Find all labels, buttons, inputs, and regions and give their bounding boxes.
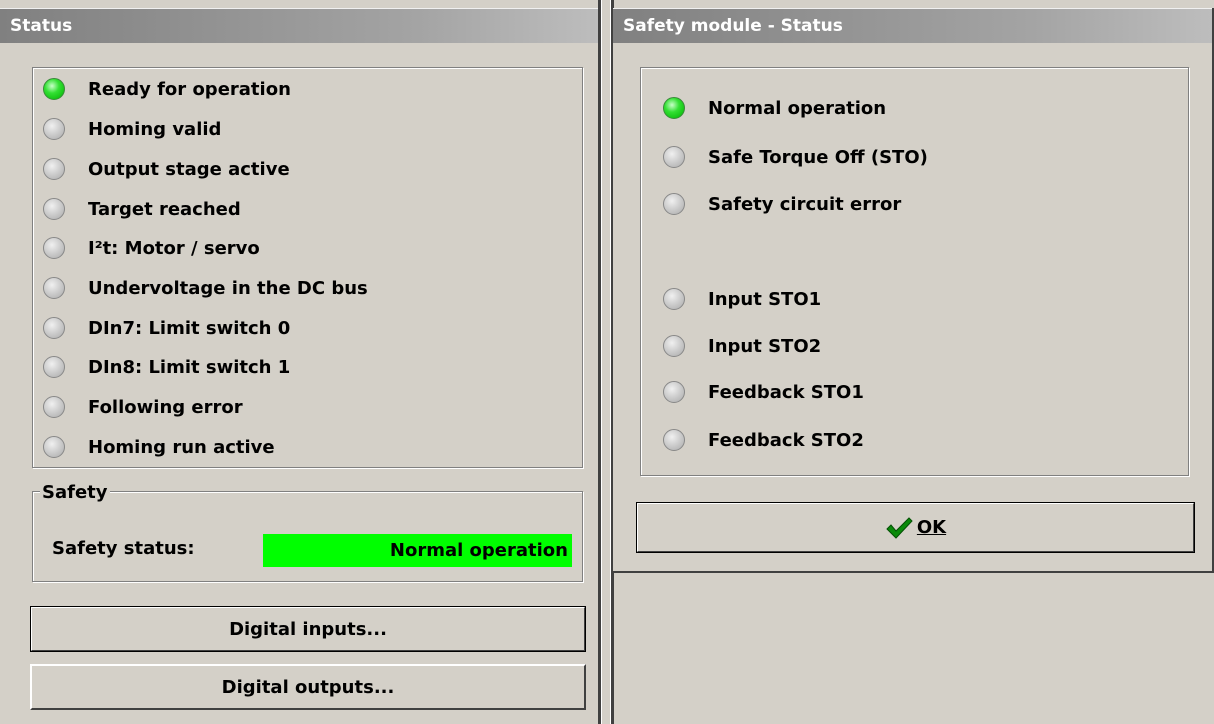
led-icon [43, 158, 65, 180]
indicator-feedback-sto1: Feedback STO1 [663, 381, 864, 403]
led-icon [663, 429, 685, 451]
led-icon [43, 356, 65, 378]
ok-button-label: OK [916, 517, 947, 538]
indicator-label: Undervoltage in the DC bus [88, 277, 368, 299]
indicator-safe-torque-off: Safe Torque Off (STO) [663, 146, 928, 168]
indicator-din8-limit-switch-1: DIn8: Limit switch 1 [43, 356, 290, 378]
indicator-din7-limit-switch-0: DIn7: Limit switch 0 [43, 317, 290, 339]
digital-outputs-button[interactable]: Digital outputs... [30, 664, 586, 710]
indicator-i2t-motor-servo: I²t: Motor / servo [43, 237, 260, 259]
led-icon [663, 288, 685, 310]
indicator-label: Ready for operation [88, 78, 291, 100]
indicator-homing-valid: Homing valid [43, 118, 221, 140]
status-window-title: Status [0, 8, 598, 43]
led-icon [663, 146, 685, 168]
led-icon [43, 78, 65, 100]
indicator-label: Homing run active [88, 436, 275, 458]
led-icon [43, 237, 65, 259]
digital-inputs-button[interactable]: Digital inputs... [30, 606, 586, 652]
safety-status-value: Normal operation [263, 534, 572, 567]
indicator-safety-circuit-error: Safety circuit error [663, 193, 901, 215]
led-icon [43, 396, 65, 418]
ok-button[interactable]: OK [636, 502, 1195, 553]
indicator-label: Following error [88, 396, 243, 418]
status-window: Status Ready for operation Homing valid … [0, 8, 598, 724]
indicator-input-sto1: Input STO1 [663, 288, 821, 310]
led-icon [43, 118, 65, 140]
indicator-label: Output stage active [88, 158, 290, 180]
indicator-label: DIn8: Limit switch 1 [88, 356, 291, 378]
indicator-output-stage-active: Output stage active [43, 158, 290, 180]
indicator-normal-operation: Normal operation [663, 97, 886, 119]
indicator-label: I²t: Motor / servo [88, 237, 260, 259]
safety-group-legend: Safety [40, 482, 110, 503]
indicator-feedback-sto2: Feedback STO2 [663, 429, 864, 451]
indicator-label: Input STO2 [708, 335, 822, 357]
indicator-group: Ready for operation Homing valid Output … [32, 67, 583, 468]
indicator-label: DIn7: Limit switch 0 [88, 317, 291, 339]
led-icon [43, 277, 65, 299]
led-icon [663, 381, 685, 403]
indicator-label: Homing valid [88, 118, 222, 140]
indicator-target-reached: Target reached [43, 198, 241, 220]
safety-module-window: Safety module - Status Normal operation … [613, 8, 1214, 573]
indicator-homing-run-active: Homing run active [43, 436, 275, 458]
checkmark-icon [886, 516, 913, 539]
led-icon [663, 193, 685, 215]
indicator-label: Normal operation [708, 97, 887, 119]
led-icon [43, 317, 65, 339]
safety-indicator-group: Normal operation Safe Torque Off (STO) S… [640, 67, 1189, 476]
indicator-undervoltage-dc-bus: Undervoltage in the DC bus [43, 277, 368, 299]
indicator-label: Feedback STO1 [708, 381, 864, 403]
indicator-input-sto2: Input STO2 [663, 335, 821, 357]
led-icon [663, 335, 685, 357]
safety-module-window-title: Safety module - Status [613, 8, 1212, 43]
safety-status-label: Safety status: [52, 538, 195, 559]
indicator-label: Target reached [88, 198, 241, 220]
indicator-label: Feedback STO2 [708, 429, 864, 451]
led-icon [43, 436, 65, 458]
indicator-following-error: Following error [43, 396, 243, 418]
indicator-label: Safety circuit error [708, 193, 902, 215]
indicator-label: Input STO1 [708, 288, 822, 310]
indicator-label: Safe Torque Off (STO) [708, 146, 928, 168]
indicator-ready-for-operation: Ready for operation [43, 78, 291, 100]
led-icon [43, 198, 65, 220]
window-divider [598, 0, 602, 724]
led-icon [663, 97, 685, 119]
